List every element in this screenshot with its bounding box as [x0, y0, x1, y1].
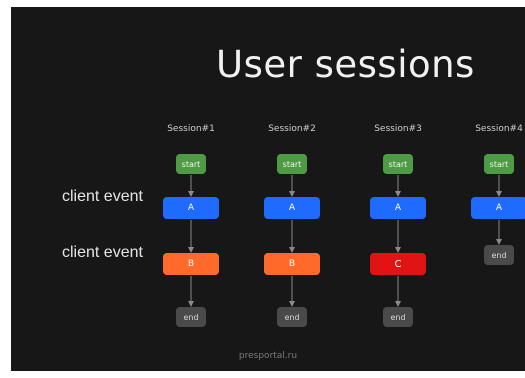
session-3-node-start: start	[383, 154, 413, 174]
session-2-node-start: start	[277, 154, 307, 174]
session-label-3: Session#3	[374, 124, 422, 134]
session-4-node-start: start	[484, 154, 514, 174]
session-2-node-end: end	[277, 307, 307, 327]
session-1-node-end: end	[176, 307, 206, 327]
session-1-node-start: start	[176, 154, 206, 174]
session-2-node-a: A	[264, 197, 320, 219]
watermark: presportal.ru	[238, 351, 298, 361]
slide: User sessions client event client event …	[11, 7, 525, 371]
flow-arrows	[188, 175, 502, 307]
session-3-node-end: end	[383, 307, 413, 327]
session-1-node-b: B	[163, 253, 219, 275]
session-2-node-b: B	[264, 253, 320, 275]
session-label-1: Session#1	[167, 124, 215, 134]
session-1-node-a: A	[163, 197, 219, 219]
session-label-4: Session#4	[475, 124, 523, 134]
session-4-node-end: end	[484, 245, 514, 265]
session-3-node-c: C	[370, 253, 426, 275]
session-3-node-a: A	[370, 197, 426, 219]
session-label-2: Session#2	[268, 124, 316, 134]
session-4-node-a: A	[471, 197, 525, 219]
